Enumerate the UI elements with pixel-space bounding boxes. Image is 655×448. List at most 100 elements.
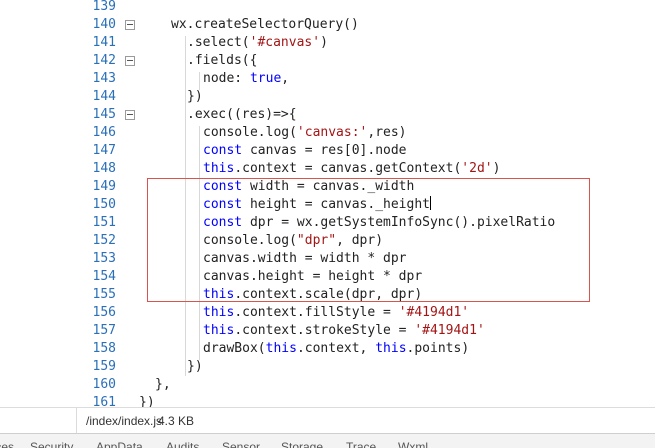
code-token: , dpr) xyxy=(336,233,384,248)
line-number: 143 xyxy=(92,71,116,86)
line-number: 161 xyxy=(92,395,116,407)
code-string: '2d' xyxy=(461,161,493,176)
code-text[interactable]: .exec((res)=>{ xyxy=(187,106,297,124)
code-line[interactable]: 150 const height = canvas._height xyxy=(0,196,655,214)
code-text[interactable]: this.context.scale(dpr, dpr) xyxy=(203,286,422,304)
code-line[interactable]: 154 canvas.height = height * dpr xyxy=(0,268,655,286)
fold-toggle-icon[interactable] xyxy=(125,20,135,30)
code-line[interactable]: 144}) xyxy=(0,88,655,106)
code-line[interactable]: 153 canvas.width = width * dpr xyxy=(0,250,655,268)
fold-toggle-icon[interactable] xyxy=(125,110,135,120)
code-line[interactable]: 156 this.context.fillStyle = '#4194d1' xyxy=(0,304,655,322)
code-line[interactable]: 151 const dpr = wx.getSystemInfoSync().pi… xyxy=(0,214,655,232)
code-line[interactable]: 161}) xyxy=(0,394,655,407)
line-number: 157 xyxy=(92,323,116,338)
code-line[interactable]: 139 xyxy=(0,0,655,16)
code-text[interactable]: this.context.strokeStyle = '#4194d1' xyxy=(203,322,485,340)
line-number: 152 xyxy=(92,233,116,248)
code-text[interactable]: drawBox(this.context, this.points) xyxy=(203,340,469,358)
code-keyword: true xyxy=(249,71,282,86)
code-line[interactable]: 152 console.log("dpr", dpr) xyxy=(0,232,655,250)
code-string: 'canvas:' xyxy=(296,125,368,140)
line-number: 155 xyxy=(92,287,116,302)
code-token: }) xyxy=(187,359,203,374)
code-text[interactable]: this.context.fillStyle = '#4194d1' xyxy=(203,304,469,322)
indent-guide xyxy=(199,72,200,90)
code-string: "dpr" xyxy=(296,233,337,248)
code-text[interactable]: node: true, xyxy=(203,70,289,88)
code-line[interactable]: 160}, xyxy=(0,376,655,394)
code-token: console.log( xyxy=(203,125,297,140)
line-number: 148 xyxy=(92,161,116,176)
code-line[interactable]: 149 const width = canvas._width xyxy=(0,178,655,196)
code-text[interactable]: const dpr = wx.getSystemInfoSync().pixel… xyxy=(203,214,555,232)
code-token: .context, xyxy=(296,341,376,356)
code-line[interactable]: 146 console.log('canvas:',res) xyxy=(0,124,655,142)
code-token: .select( xyxy=(187,35,250,50)
line-number: 154 xyxy=(92,269,116,284)
code-line[interactable]: 145 .exec((res)=>{ xyxy=(0,106,655,124)
status-bar: /index/index.js 4.3 KB xyxy=(0,407,655,434)
code-text[interactable]: const width = canvas._width xyxy=(203,178,414,196)
code-line[interactable]: 157 this.context.strokeStyle = '#4194d1' xyxy=(0,322,655,340)
code-text[interactable]: canvas.height = height * dpr xyxy=(203,268,422,286)
line-number: 146 xyxy=(92,125,116,140)
code-keyword: this xyxy=(203,323,235,338)
code-token: canvas = res[0].node xyxy=(242,143,407,158)
line-number: 139 xyxy=(92,0,116,14)
code-line[interactable]: 141 .select('#canvas') xyxy=(0,34,655,52)
code-text[interactable]: const canvas = res[0].node xyxy=(203,142,407,160)
code-keyword: const xyxy=(203,143,243,158)
code-token: drawBox( xyxy=(203,341,266,356)
line-number: 150 xyxy=(92,197,116,212)
code-editor[interactable]: 139 140 wx.createSelectorQuery() 141 .select… xyxy=(0,0,655,407)
code-text[interactable]: .fields({ xyxy=(187,52,257,70)
code-token: }) xyxy=(187,89,203,104)
code-text[interactable]: console.log('canvas:',res) xyxy=(203,124,407,142)
code-text[interactable]: wx.createSelectorQuery() xyxy=(171,16,359,34)
code-keyword: this xyxy=(265,341,297,356)
code-token: node: xyxy=(203,71,250,86)
code-line[interactable]: 158 drawBox(this.context, this.points) xyxy=(0,340,655,358)
code-keyword: this xyxy=(203,161,235,176)
line-number: 153 xyxy=(92,251,116,266)
indent-guide xyxy=(199,126,200,360)
code-line[interactable]: 140 wx.createSelectorQuery() xyxy=(0,16,655,34)
line-number: 147 xyxy=(92,143,116,158)
line-number: 151 xyxy=(92,215,116,230)
code-line[interactable]: 155 this.context.scale(dpr, dpr) xyxy=(0,286,655,304)
code-token: .context = canvas.getContext( xyxy=(234,161,462,176)
line-number: 156 xyxy=(92,305,116,320)
line-number: 140 xyxy=(92,17,116,32)
file-size: 4.3 KB xyxy=(158,414,195,428)
code-text[interactable]: const height = canvas._height xyxy=(203,196,431,214)
code-text[interactable]: this.context = canvas.getContext('2d') xyxy=(203,160,500,178)
code-text[interactable]: .select('#canvas') xyxy=(187,34,328,52)
code-line[interactable]: 148 this.context = canvas.getContext('2d'… xyxy=(0,160,655,178)
fold-toggle-icon[interactable] xyxy=(125,56,135,66)
code-line[interactable]: 143 node: true, xyxy=(0,70,655,88)
code-token: ) xyxy=(492,161,501,176)
code-string: '#canvas' xyxy=(249,35,321,50)
code-token: width = canvas._width xyxy=(242,179,415,194)
code-keyword: this xyxy=(203,305,235,320)
code-token: .fields({ xyxy=(187,53,258,68)
code-text[interactable]: }) xyxy=(139,394,155,407)
line-number: 142 xyxy=(92,53,116,68)
line-number: 144 xyxy=(92,89,116,104)
line-number: 159 xyxy=(92,359,116,374)
code-text[interactable]: canvas.width = width * dpr xyxy=(203,250,407,268)
line-number: 160 xyxy=(92,377,116,392)
status-divider xyxy=(76,408,77,434)
code-line[interactable]: 159}) xyxy=(0,358,655,376)
code-text[interactable]: console.log("dpr", dpr) xyxy=(203,232,383,250)
code-text[interactable]: }) xyxy=(187,358,203,376)
code-line[interactable]: 142 .fields({ xyxy=(0,52,655,70)
code-token: wx.createSelectorQuery() xyxy=(171,17,359,32)
code-token: height = canvas._height xyxy=(242,197,430,212)
code-keyword: const xyxy=(203,197,243,212)
code-text[interactable]: }, xyxy=(155,376,171,394)
code-line[interactable]: 147 const canvas = res[0].node xyxy=(0,142,655,160)
code-text[interactable]: }) xyxy=(187,88,203,106)
code-token: canvas.width = width * dpr xyxy=(203,251,407,266)
